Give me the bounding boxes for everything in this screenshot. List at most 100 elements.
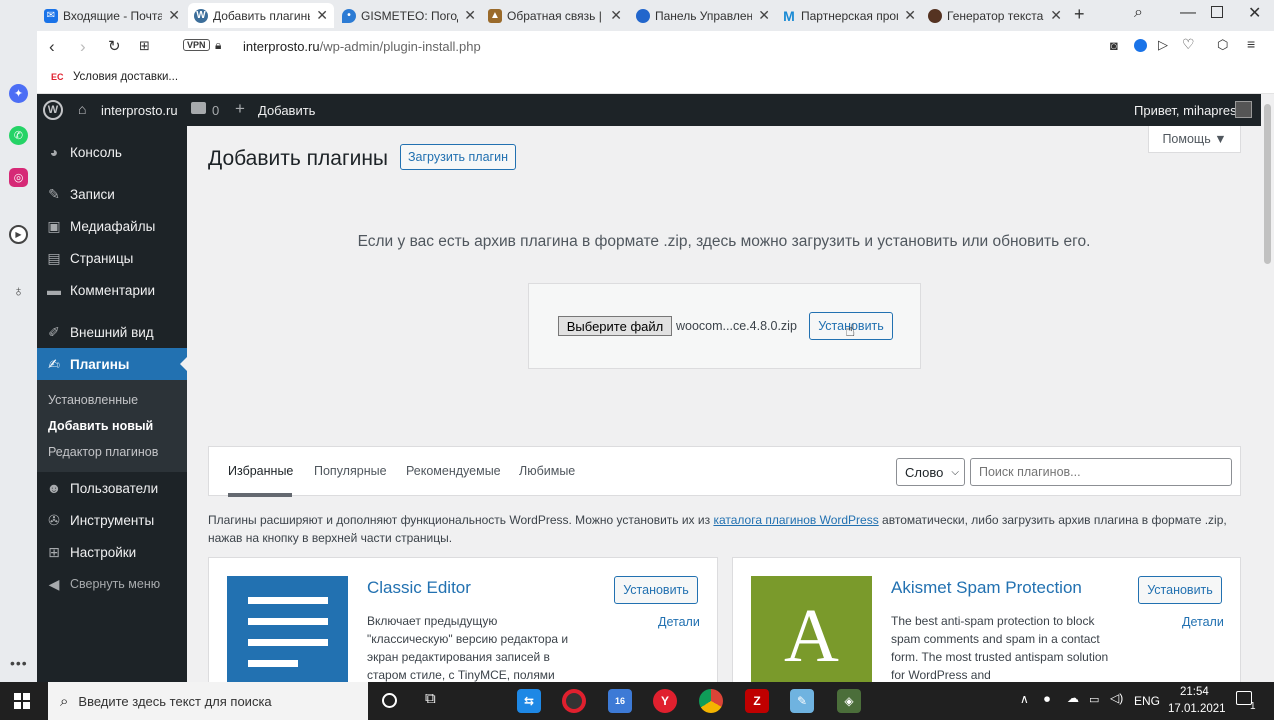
- windows-start-icon[interactable]: [14, 693, 30, 709]
- clock-date[interactable]: 17.01.2021: [1168, 703, 1226, 715]
- close-icon[interactable]: ✕: [316, 7, 328, 24]
- close-icon[interactable]: ✕: [610, 7, 622, 24]
- plugin-name[interactable]: Classic Editor: [367, 578, 471, 598]
- language-indicator[interactable]: ENG: [1134, 694, 1160, 708]
- task-view-icon[interactable]: ⧉: [425, 690, 436, 707]
- close-window-icon[interactable]: ✕: [1248, 3, 1261, 23]
- close-icon[interactable]: ✕: [168, 7, 180, 24]
- send-icon[interactable]: ▷: [1158, 37, 1168, 53]
- teamviewer-icon[interactable]: ⇆: [517, 689, 541, 713]
- bookmark-item[interactable]: Условия доставки...: [73, 71, 178, 83]
- plugins-directory-link[interactable]: каталога плагинов WordPress: [713, 513, 878, 527]
- add-new-link[interactable]: Добавить: [258, 103, 315, 118]
- submenu-installed[interactable]: Установленные: [48, 393, 138, 407]
- player-icon[interactable]: ▶: [9, 225, 28, 244]
- search-tabs-icon[interactable]: ⌕: [1134, 4, 1143, 22]
- site-name[interactable]: interprosto.ru: [101, 103, 178, 118]
- close-icon[interactable]: ✕: [758, 7, 770, 24]
- menu-label: Комментарии: [70, 282, 156, 298]
- close-icon[interactable]: ✕: [1050, 7, 1062, 24]
- new-tab-icon[interactable]: +: [1074, 4, 1085, 25]
- tray-chevron-icon[interactable]: ∧: [1020, 692, 1029, 706]
- app-icon[interactable]: ◈: [837, 689, 861, 713]
- install-button[interactable]: Установить: [614, 576, 698, 604]
- maximize-icon[interactable]: [1211, 6, 1223, 18]
- user-greeting[interactable]: Привет, mihapres: [1134, 103, 1237, 118]
- tab-active[interactable]: W Добавить плагины ✕: [188, 3, 334, 28]
- close-icon[interactable]: ✕: [464, 7, 476, 24]
- wordpress-logo-icon[interactable]: W: [43, 100, 63, 120]
- menu-item-console[interactable]: ◕ Консоль: [37, 136, 187, 168]
- search-plugins-input[interactable]: [970, 458, 1232, 486]
- bookmark-icon: ЕС: [51, 72, 64, 82]
- url-field[interactable]: interprosto.ru/wp-admin/plugin-install.p…: [243, 39, 481, 54]
- submenu-editor[interactable]: Редактор плагинов: [48, 445, 158, 459]
- menu-item-posts[interactable]: ✎ Записи: [37, 178, 187, 210]
- tab[interactable]: Генератор текста ✕: [922, 3, 1068, 28]
- calendar-app-icon[interactable]: 16: [608, 689, 632, 713]
- menu-item-comments[interactable]: ▬ Комментарии: [37, 274, 187, 306]
- notification-count: 1: [1250, 701, 1256, 712]
- back-icon[interactable]: ‹: [49, 37, 55, 57]
- box-icon[interactable]: ⬡: [1217, 37, 1228, 53]
- menu-item-media[interactable]: ▣ Медиафайлы: [37, 210, 187, 242]
- clock-time[interactable]: 21:54: [1180, 686, 1209, 698]
- messenger-icon[interactable]: ✦: [9, 84, 28, 103]
- tab[interactable]: M Партнерская прог ✕: [776, 3, 922, 28]
- tab-favorites[interactable]: Любимые: [519, 464, 575, 478]
- network-icon[interactable]: ☁: [1067, 691, 1079, 705]
- taskbar-search[interactable]: ⌕ Введите здесь текст для поиска: [48, 682, 368, 720]
- choose-file-button[interactable]: Выберите файл: [558, 316, 672, 336]
- upload-plugin-button[interactable]: Загрузить плагин: [400, 144, 516, 170]
- tab-recommended[interactable]: Рекомендуемые: [406, 464, 501, 478]
- install-button[interactable]: Установить: [1138, 576, 1222, 604]
- cortana-icon[interactable]: [382, 693, 397, 708]
- menu-item-users[interactable]: ☻ Пользователи: [37, 472, 187, 504]
- notepad-icon[interactable]: ✎: [790, 689, 814, 713]
- menu-item-appearance[interactable]: ✐ Внешний вид: [37, 316, 187, 348]
- more-icon[interactable]: •••: [10, 655, 28, 671]
- whatsapp-icon[interactable]: ✆: [9, 126, 28, 145]
- user-avatar[interactable]: [1235, 101, 1252, 118]
- menu-item-tools[interactable]: ✇ Инструменты: [37, 504, 187, 536]
- volume-icon[interactable]: ◁): [1110, 691, 1123, 705]
- page-scrollbar[interactable]: [1261, 94, 1274, 682]
- vpn-badge[interactable]: VPN: [183, 39, 210, 51]
- shield-icon[interactable]: [1134, 39, 1147, 52]
- details-link[interactable]: Детали: [1182, 615, 1224, 629]
- scrollbar-thumb[interactable]: [1264, 104, 1271, 264]
- submenu-add-new[interactable]: Добавить новый: [48, 419, 153, 433]
- speed-dial-icon[interactable]: ⊞: [139, 38, 150, 54]
- mic-icon[interactable]: ⏺: [1044, 692, 1050, 707]
- tab[interactable]: • GISMETEO: Погода ✕: [336, 3, 482, 28]
- menu-item-pages[interactable]: ▤ Страницы: [37, 242, 187, 274]
- plugin-name[interactable]: Akismet Spam Protection: [891, 578, 1082, 598]
- help-button[interactable]: Помощь ▼: [1148, 126, 1241, 153]
- heart-icon[interactable]: ♡: [1182, 36, 1195, 53]
- battery-icon[interactable]: ▭: [1089, 693, 1099, 706]
- menu-icon[interactable]: ≡: [1247, 36, 1255, 52]
- tab[interactable]: ✉ Входящие - Почта ✕: [38, 3, 186, 28]
- menu-item-settings[interactable]: ⊞ Настройки: [37, 536, 187, 568]
- tab-featured[interactable]: Избранные: [228, 464, 293, 478]
- filezilla-icon[interactable]: Z: [745, 689, 769, 713]
- minimize-icon[interactable]: —: [1180, 4, 1196, 22]
- tab[interactable]: Панель Управлени ✕: [630, 3, 776, 28]
- search-type-select[interactable]: Слово ⌵: [896, 458, 965, 486]
- menu-item-collapse[interactable]: ◀ Свернуть меню: [37, 568, 187, 600]
- chrome-icon[interactable]: [699, 689, 723, 713]
- close-icon[interactable]: ✕: [904, 7, 916, 24]
- menu-item-plugins[interactable]: ✍ Плагины: [37, 348, 187, 380]
- yandex-browser-icon[interactable]: Y: [653, 689, 677, 713]
- opera-taskbar-icon[interactable]: [562, 689, 586, 713]
- tab-popular[interactable]: Популярные: [314, 464, 387, 478]
- comments-icon[interactable]: [191, 102, 206, 114]
- details-link[interactable]: Детали: [658, 615, 700, 629]
- forward-icon[interactable]: ›: [80, 37, 86, 57]
- instagram-icon[interactable]: ◎: [9, 168, 28, 187]
- icon-line: [248, 660, 298, 667]
- camera-icon[interactable]: ◙: [1110, 38, 1118, 53]
- tab[interactable]: ▲ Обратная связь | ✕: [482, 3, 628, 28]
- reload-icon[interactable]: ↻: [108, 37, 121, 55]
- lightbulb-icon[interactable]: ♁: [9, 282, 28, 301]
